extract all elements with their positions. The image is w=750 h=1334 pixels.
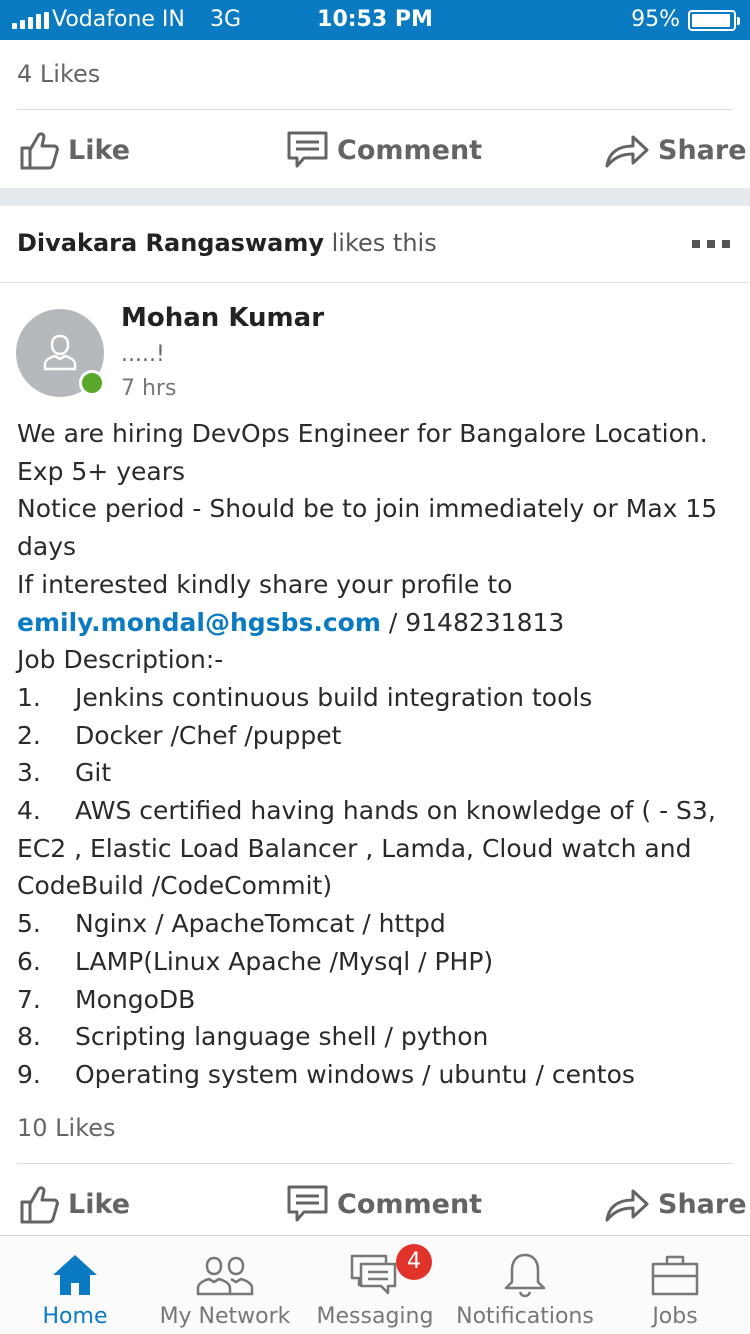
people-icon (196, 1256, 254, 1296)
list-item: 5. Nginx / ApacheTomcat / httpd (17, 909, 446, 939)
tab-home[interactable]: Home (0, 1236, 150, 1334)
contact-line: emily.mondal@hgsbs.com / 9148231813 (17, 604, 737, 642)
list-item: 8. Scripting language shell / python (17, 1022, 489, 1052)
previous-post-actions: Like Comment Share (0, 110, 750, 190)
divider (0, 282, 750, 283)
share-button[interactable]: Share (604, 1164, 747, 1244)
list-item: 2. Docker /Chef /puppet (17, 720, 342, 750)
previous-post-likes-count[interactable]: 4 Likes (17, 60, 100, 88)
share-label: Share (658, 134, 747, 166)
tab-jobs[interactable]: Jobs (600, 1236, 750, 1334)
comment-label: Comment (337, 1188, 483, 1220)
home-icon (53, 1255, 97, 1295)
post-text-line: Exp 5+ years (17, 456, 186, 486)
thumbs-up-icon (20, 132, 59, 170)
tab-label: Home (42, 1304, 108, 1329)
thumbs-up-icon (20, 1186, 59, 1224)
author-headline: .....! (121, 342, 165, 367)
tab-my-network[interactable]: My Network (150, 1236, 300, 1334)
post-timestamp: 7 hrs (121, 376, 177, 401)
comment-button[interactable]: Comment (287, 1164, 482, 1244)
share-label: Share (658, 1188, 747, 1220)
author-name[interactable]: Mohan Kumar (121, 303, 324, 333)
person-placeholder-icon (43, 334, 77, 371)
post-likes-count[interactable]: 10 Likes (17, 1114, 116, 1142)
list-item: 4. AWS certified having hands on knowledg… (17, 796, 716, 826)
email-link[interactable]: emily.mondal@hgsbs.com (17, 608, 381, 637)
like-label: Like (68, 1188, 131, 1220)
like-label: Like (68, 134, 131, 166)
post-body: We are hiring DevOps Engineer for Bangal… (17, 415, 737, 1094)
tab-label: Messaging (316, 1304, 434, 1329)
comment-label: Comment (337, 134, 483, 166)
social-actor-name[interactable]: Divakara Rangaswamy (17, 229, 324, 257)
like-button[interactable]: Like (18, 110, 130, 190)
messaging-icon (350, 1254, 397, 1295)
social-action-text: likes this (331, 229, 437, 257)
online-status-indicator (79, 370, 105, 396)
post-actions: Like Comment Share (0, 1164, 750, 1244)
feed-separator (0, 188, 750, 206)
like-button[interactable]: Like (18, 1164, 130, 1244)
bell-icon (504, 1253, 546, 1298)
battery-percent: 95% (631, 7, 680, 32)
list-item-continuation: EC2 , Elastic Load Balancer , Lamda, Clo… (17, 833, 692, 863)
messaging-badge: 4 (396, 1244, 432, 1280)
post-text-line: days (17, 532, 77, 562)
share-arrow-icon (605, 135, 649, 168)
tab-notifications[interactable]: Notifications (450, 1236, 600, 1334)
post-text-line: We are hiring DevOps Engineer for Bangal… (17, 419, 708, 448)
list-item: 9. Operating system windows / ubuntu / ce… (17, 1059, 635, 1089)
list-item: 3. Git (17, 758, 112, 788)
comment-icon (287, 131, 328, 168)
status-bar: Vodafone IN 3G 10:53 PM 95% (0, 0, 750, 40)
share-arrow-icon (605, 1189, 649, 1222)
comment-button[interactable]: Comment (287, 110, 482, 190)
bottom-tab-bar: Home My Network Messaging Notifications … (0, 1235, 750, 1334)
phone-number: / 9148231813 (380, 607, 565, 637)
briefcase-icon (651, 1255, 699, 1296)
more-options-icon[interactable] (692, 240, 730, 248)
list-item: 1. Jenkins continuous build integration t… (17, 682, 593, 712)
post-text-line: Notice period - Should be to join immedi… (17, 494, 718, 524)
share-button[interactable]: Share (604, 110, 747, 190)
comment-icon (287, 1185, 328, 1222)
job-description-title: Job Description:- (17, 645, 224, 675)
tab-label: Jobs (652, 1304, 698, 1329)
post-text-line: If interested kindly share your profile … (17, 569, 513, 599)
tab-label: Notifications (456, 1304, 594, 1329)
tab-label: My Network (159, 1304, 291, 1329)
list-item: 7. MongoDB (17, 984, 196, 1014)
list-item-continuation: CodeBuild /CodeCommit) (17, 871, 333, 901)
social-context: Divakara Rangaswamy likes this (17, 229, 437, 257)
list-item: 6. LAMP(Linux Apache /Mysql / PHP) (17, 946, 494, 976)
battery-icon (688, 10, 740, 31)
